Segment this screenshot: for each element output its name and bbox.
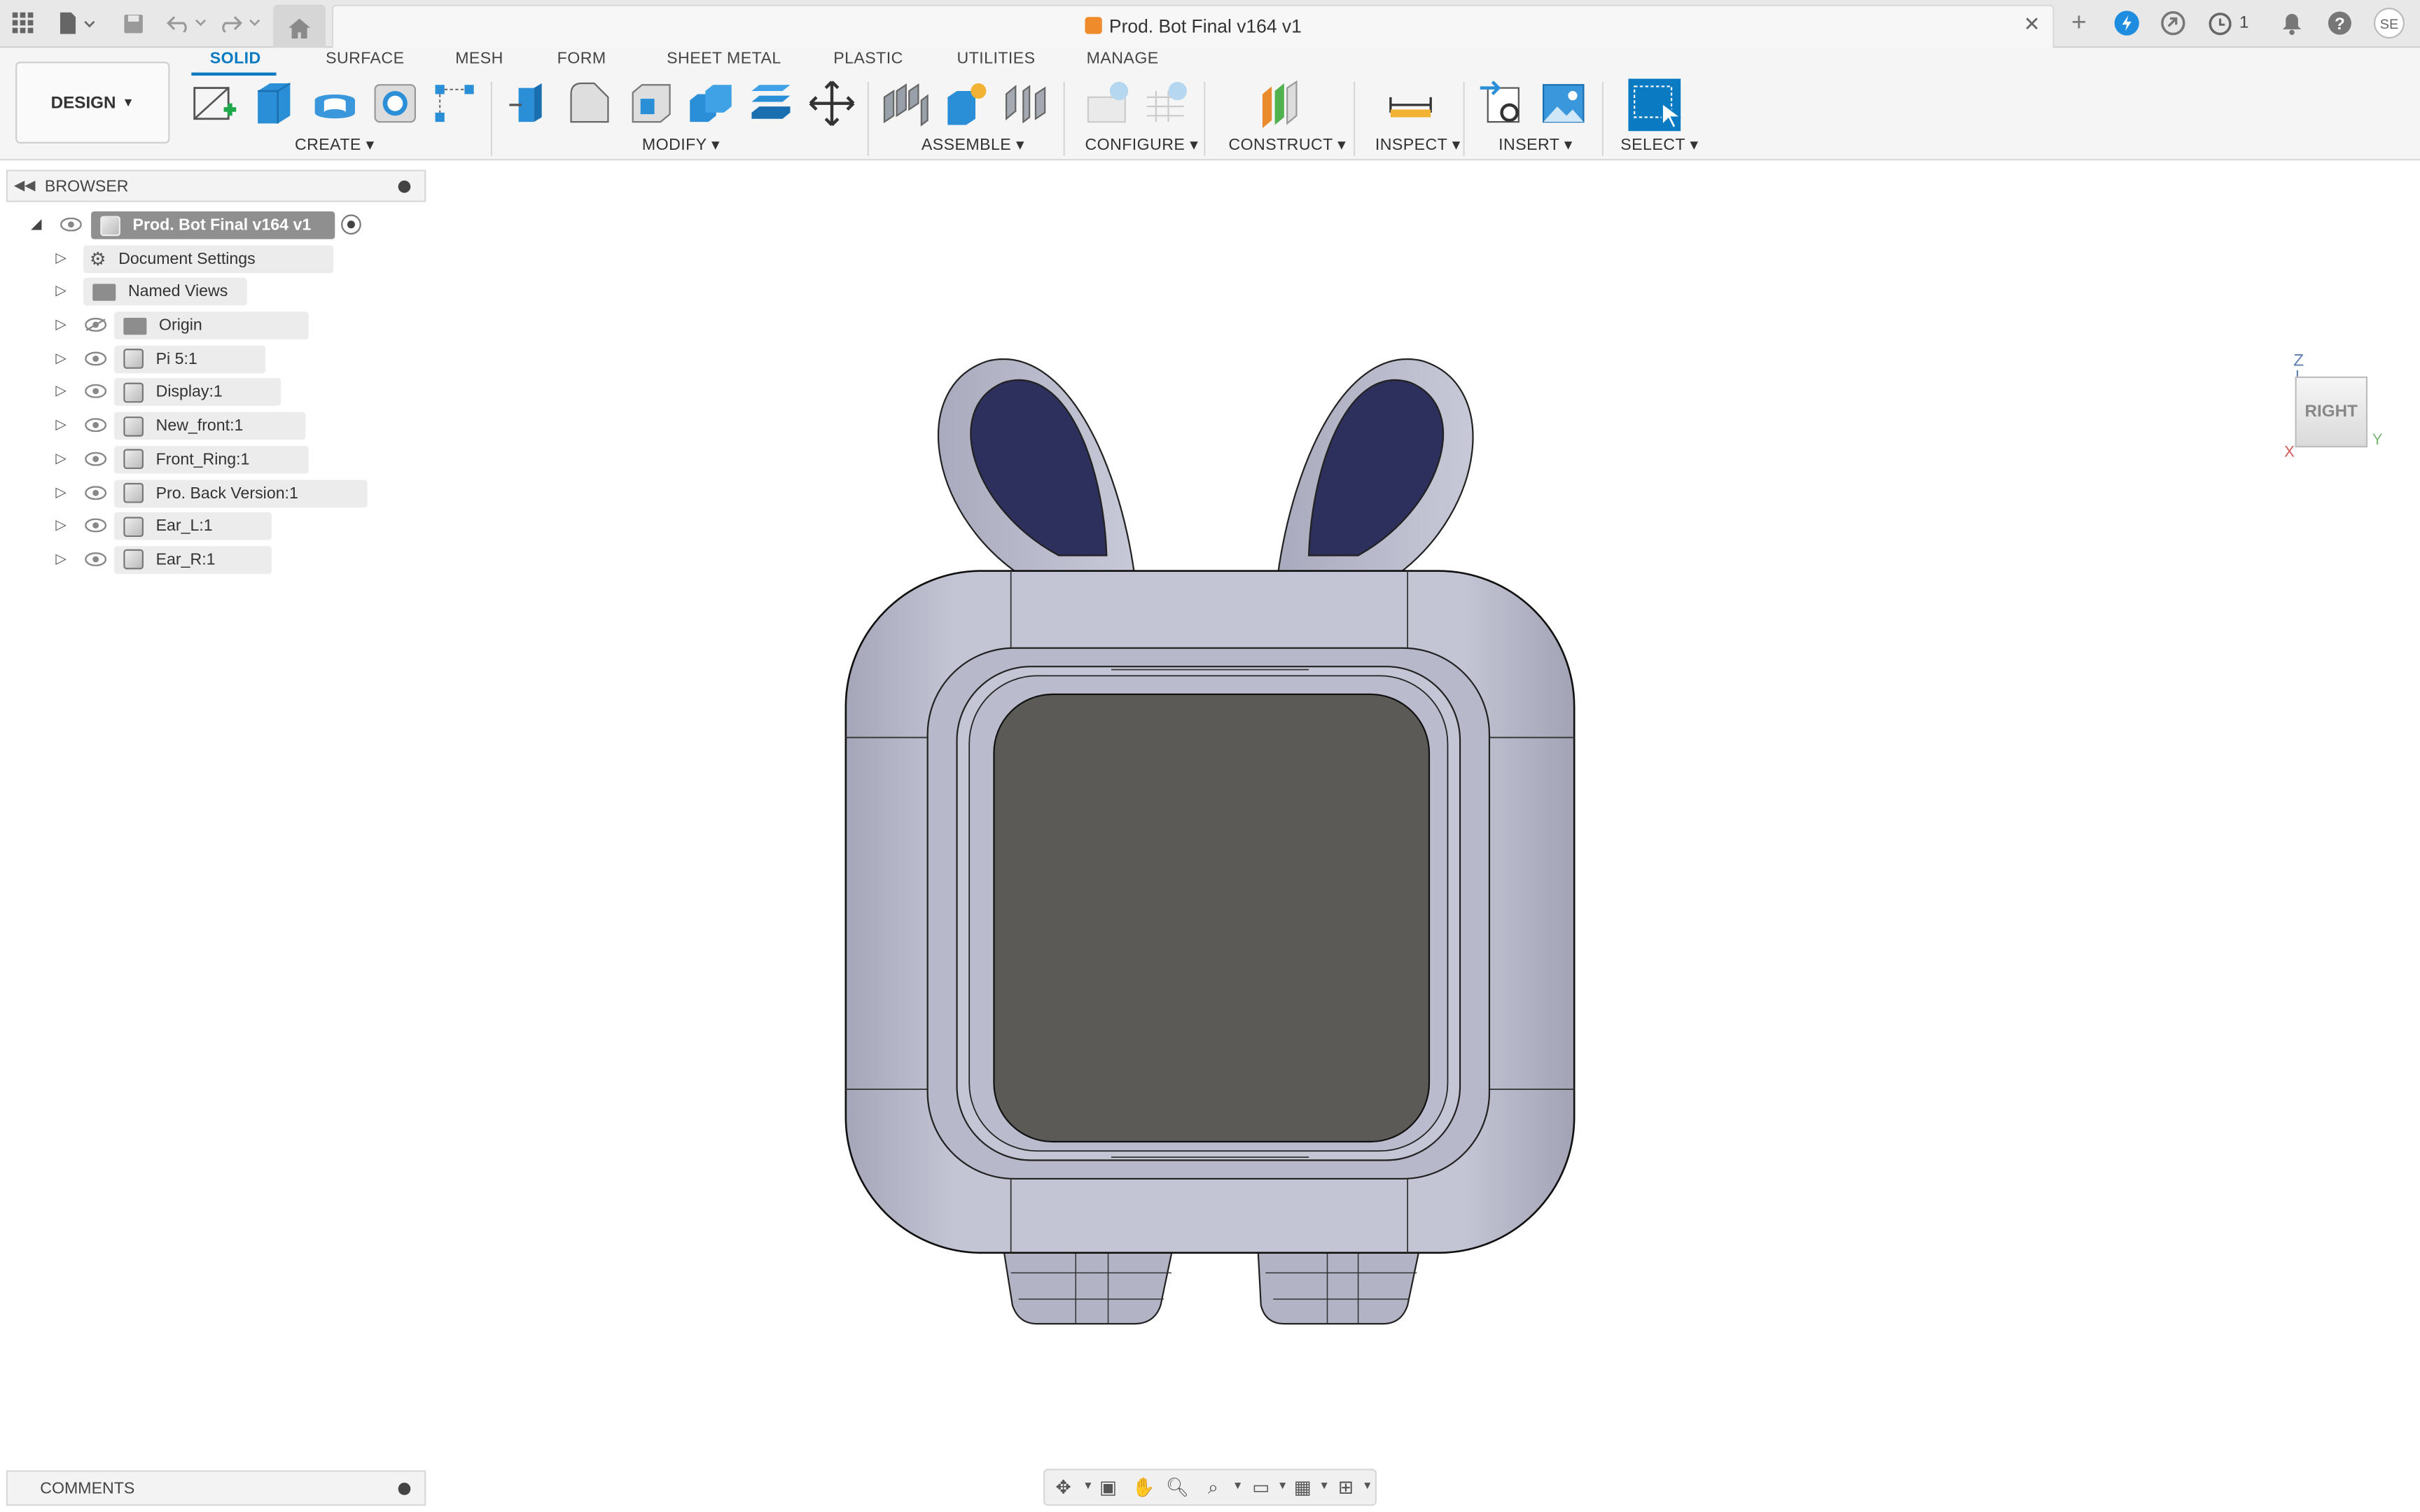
select-icon[interactable]	[1628, 78, 1683, 132]
active-tab-indicator	[191, 72, 277, 76]
clock-icon	[2209, 11, 2232, 35]
home-icon	[287, 14, 312, 42]
close-tab-icon[interactable]: ✕	[2024, 13, 2040, 37]
chevron-down-icon[interactable]: ▼	[1355, 1476, 1379, 1498]
app-window: Prod. Bot Final v164 v1 ✕ + 1 ? SE DESIG…	[0, 0, 2420, 1512]
configure-rules-icon[interactable]	[1143, 78, 1193, 128]
tab-mesh[interactable]: MESH	[455, 50, 503, 68]
create-menu[interactable]: CREATE ▾	[295, 136, 375, 154]
canvas-viewport[interactable]: Z RIGHT Y X	[0, 160, 2420, 1512]
robot-model[interactable]	[833, 346, 1590, 1334]
tab-manage[interactable]: MANAGE	[1087, 50, 1159, 68]
title-bar: Prod. Bot Final v164 v1 ✕ + 1 ? SE	[0, 0, 2420, 48]
job-status[interactable]: 1	[2204, 9, 2253, 37]
assemble-menu[interactable]: ASSEMBLE ▾	[922, 136, 1024, 154]
combine-icon[interactable]	[687, 78, 737, 128]
toolbar-divider	[1353, 81, 1356, 156]
look-at-icon[interactable]: ▣	[1096, 1476, 1120, 1498]
offset-face-icon[interactable]	[747, 78, 797, 128]
account-icon[interactable]: SE	[2372, 8, 2406, 39]
toolbar-divider	[490, 81, 493, 156]
tab-solid[interactable]: SOLID	[210, 50, 261, 68]
pan-icon[interactable]: ✋	[1132, 1476, 1156, 1498]
create-sketch-icon[interactable]	[190, 78, 239, 128]
svg-text:SE: SE	[2380, 17, 2398, 32]
workspace-label: DESIGN	[50, 93, 116, 112]
extrude-icon[interactable]	[250, 78, 300, 128]
shell-icon[interactable]	[627, 78, 676, 128]
online-status-icon[interactable]	[2113, 9, 2141, 37]
insert-derive-icon[interactable]	[1479, 78, 1529, 128]
press-pull-icon[interactable]	[506, 78, 556, 128]
modify-menu[interactable]: MODIFY ▾	[642, 136, 720, 154]
select-menu[interactable]: SELECT ▾	[1620, 136, 1698, 154]
add-comment-icon[interactable]	[398, 1482, 411, 1494]
chevron-down-icon[interactable]: ▼	[1225, 1476, 1250, 1498]
configure-menu[interactable]: CONFIGURE ▾	[1085, 136, 1198, 154]
toolbar-divider	[1063, 81, 1065, 156]
configure-table-icon[interactable]	[1085, 78, 1134, 128]
notifications-icon[interactable]	[2279, 9, 2304, 37]
workspace-switcher[interactable]: DESIGN ▼	[15, 62, 170, 144]
job-count: 1	[2239, 13, 2249, 33]
comments-panel[interactable]: COMMENTS	[6, 1470, 426, 1506]
toolbar-divider	[1463, 81, 1465, 156]
undo-icon[interactable]	[164, 9, 210, 37]
tab-surface[interactable]: SURFACE	[326, 50, 404, 68]
orbit-icon[interactable]: ✥	[1051, 1476, 1076, 1498]
app-grid-icon[interactable]	[11, 9, 35, 37]
insert-menu[interactable]: INSERT ▾	[1498, 136, 1573, 154]
offset-plane-icon[interactable]	[1256, 78, 1306, 128]
joint-icon[interactable]	[942, 78, 992, 128]
as-built-joint-icon[interactable]	[1001, 78, 1051, 128]
revolve-icon[interactable]	[310, 78, 360, 128]
tab-plastic[interactable]: PLASTIC	[833, 50, 903, 68]
new-component-icon[interactable]	[882, 78, 931, 128]
file-icon[interactable]	[57, 9, 97, 37]
home-button[interactable]	[273, 4, 326, 48]
tab-form[interactable]: FORM	[557, 50, 606, 68]
axis-z-label: Z	[2293, 351, 2304, 370]
toolbar-divider	[867, 81, 869, 156]
toolbar-divider	[1204, 81, 1206, 156]
hole-icon[interactable]	[370, 78, 420, 128]
help-icon[interactable]: ?	[2326, 9, 2354, 37]
measure-icon[interactable]	[1386, 78, 1435, 128]
document-title: Prod. Bot Final v164 v1	[1108, 15, 1302, 37]
extensions-icon[interactable]	[2160, 9, 2188, 37]
axis-x-label: X	[2284, 444, 2295, 462]
zoom-icon[interactable]: 🔍︎	[1165, 1476, 1190, 1498]
insert-canvas-icon[interactable]	[1538, 78, 1588, 128]
new-tab-icon[interactable]: +	[2065, 8, 2093, 37]
svg-text:?: ?	[2335, 15, 2345, 34]
ribbon-toolbar: DESIGN ▼ SOLID SURFACE MESH FORM SHEET M…	[0, 48, 2420, 161]
comments-title: COMMENTS	[40, 1478, 135, 1498]
construct-menu[interactable]: CONSTRUCT ▾	[1228, 136, 1346, 154]
axis-y-label: Y	[2372, 432, 2383, 449]
document-tab[interactable]: Prod. Bot Final v164 v1 ✕	[331, 4, 2054, 48]
tab-sheet-metal[interactable]: SHEET METAL	[667, 50, 781, 68]
viewcube[interactable]: Z RIGHT Y X	[2281, 349, 2389, 472]
pattern-icon[interactable]	[431, 78, 480, 128]
chevron-down-icon: ▼	[122, 95, 134, 110]
tab-utilities[interactable]: UTILITIES	[957, 50, 1036, 68]
viewcube-face-right[interactable]: RIGHT	[2295, 376, 2368, 448]
toolbar-divider	[1601, 81, 1604, 156]
redo-icon[interactable]	[218, 9, 264, 37]
navigation-bar: ✥ ▼ ▣ ✋ 🔍︎ ⌕ ▼ ▭ ▼ ▦ ▼ ⊞ ▼	[1043, 1469, 1377, 1506]
save-icon[interactable]	[120, 9, 145, 37]
zoom-window-icon[interactable]: ⌕	[1201, 1476, 1225, 1498]
fillet-icon[interactable]	[566, 78, 616, 128]
inspect-menu[interactable]: INSPECT ▾	[1375, 136, 1461, 154]
design-cube-icon	[1084, 17, 1101, 34]
move-copy-icon[interactable]	[807, 78, 857, 128]
